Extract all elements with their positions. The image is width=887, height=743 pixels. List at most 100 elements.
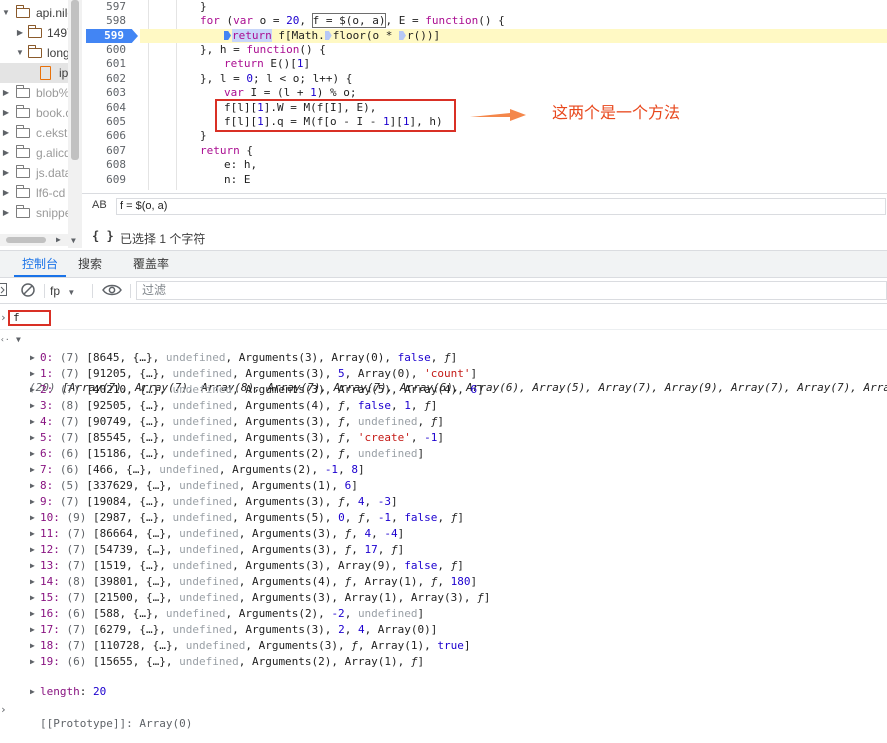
tree-item-ip-file[interactable]: ip bbox=[0, 63, 68, 83]
code-line-600[interactable]: }, h = function() { bbox=[140, 43, 887, 57]
tree-item-cekst[interactable]: ▶ c.ekst bbox=[0, 123, 68, 143]
code-lines[interactable]: } for (var o = 20, f = $(o, a), E = func… bbox=[140, 0, 887, 190]
chevron-right-icon[interactable]: ▶ bbox=[30, 382, 35, 398]
expression-field[interactable]: f = $(o, a) bbox=[116, 198, 886, 215]
chevron-right-icon[interactable]: ▶ bbox=[30, 478, 35, 494]
chevron-right-icon[interactable]: ▶ bbox=[30, 558, 35, 574]
array-entry-row[interactable]: ▶ 6: (6) [15186, {…}, undefined, Argument… bbox=[0, 446, 887, 462]
chevron-right-icon[interactable]: ▶ bbox=[16, 23, 24, 43]
line-number[interactable]: 597 bbox=[82, 0, 126, 14]
line-number[interactable]: 605 bbox=[82, 115, 126, 129]
line-number[interactable]: 598 bbox=[82, 14, 126, 28]
tree-vertical-scrollbar[interactable]: ▼ bbox=[68, 0, 82, 248]
inline-breakpoint-icon[interactable] bbox=[324, 31, 332, 40]
line-number[interactable]: 608 bbox=[82, 158, 126, 172]
array-entry-row[interactable]: ▶ 18: (7) [110728, {…}, undefined, Argume… bbox=[0, 638, 887, 654]
line-number[interactable]: 604 bbox=[82, 101, 126, 115]
chevron-down-icon[interactable]: ▼ bbox=[2, 3, 10, 23]
array-entry-row[interactable]: ▶ 13: (7) [1519, {…}, undefined, Argument… bbox=[0, 558, 887, 574]
tree-item-1497[interactable]: ▶ 1497 bbox=[0, 23, 68, 43]
scrollbar-thumb[interactable] bbox=[6, 237, 46, 243]
array-entry-row[interactable]: ▶ 1: (7) [91205, {…}, undefined, Argument… bbox=[0, 366, 887, 382]
chevron-right-icon[interactable]: ▶ bbox=[30, 462, 35, 478]
chevron-right-icon[interactable]: ▶ bbox=[30, 590, 35, 606]
chevron-right-icon[interactable]: ▶ bbox=[30, 398, 35, 414]
chevron-down-icon[interactable]: ▼ bbox=[16, 332, 21, 348]
line-number[interactable]: 606 bbox=[82, 129, 126, 143]
chevron-right-icon[interactable]: ▶ bbox=[2, 83, 10, 103]
array-entry-row[interactable]: ▶ 12: (7) [54739, {…}, undefined, Argumen… bbox=[0, 542, 887, 558]
scrollbar-thumb[interactable] bbox=[71, 0, 79, 160]
chevron-right-icon[interactable]: ▶ bbox=[30, 510, 35, 526]
selected-expression[interactable]: f = $(o, a) bbox=[311, 13, 387, 28]
chevron-right-icon[interactable]: ▶ bbox=[30, 542, 35, 558]
chevron-right-icon[interactable]: ▶ bbox=[30, 494, 35, 510]
array-entry-row[interactable]: ▶ 14: (8) [39801, {…}, undefined, Argumen… bbox=[0, 574, 887, 590]
code-line-609[interactable]: n: E bbox=[140, 173, 887, 187]
line-number[interactable]: 602 bbox=[82, 72, 126, 86]
tree-item-galicd[interactable]: ▶ g.alicd bbox=[0, 143, 68, 163]
console-prompt-row[interactable]: › bbox=[0, 702, 887, 718]
line-number[interactable]: 600 bbox=[82, 43, 126, 57]
chevron-right-icon[interactable]: ▶ bbox=[30, 414, 35, 430]
inline-breakpoint-icon[interactable] bbox=[224, 31, 231, 40]
inline-breakpoint-icon[interactable] bbox=[398, 31, 406, 40]
code-line-597[interactable]: } bbox=[140, 0, 887, 14]
tab-coverage[interactable]: 覆盖率 bbox=[124, 251, 178, 277]
code-line-603[interactable]: var I = (l + 1) % o; bbox=[140, 86, 887, 100]
code-line-607[interactable]: return { bbox=[140, 144, 887, 158]
tree-item-api[interactable]: ▼ api.nile bbox=[0, 3, 68, 23]
tree-item-book[interactable]: ▶ book.c bbox=[0, 103, 68, 123]
filter-input[interactable]: 过滤 bbox=[136, 281, 887, 300]
clear-console-icon[interactable] bbox=[20, 282, 36, 298]
chevron-right-icon[interactable]: ▶ bbox=[30, 430, 35, 446]
chevron-right-icon[interactable]: ▶ bbox=[2, 183, 10, 203]
array-entry-row[interactable]: ▶ 10: (9) [2987, {…}, undefined, Argument… bbox=[0, 510, 887, 526]
array-entry-row[interactable]: ▶ 7: (6) [466, {…}, undefined, Arguments(… bbox=[0, 462, 887, 478]
chevron-down-icon[interactable]: ▼ bbox=[16, 43, 24, 63]
array-entry-row[interactable]: ▶ 5: (7) [85545, {…}, undefined, Argument… bbox=[0, 430, 887, 446]
tree-item-lf6[interactable]: ▶ lf6-cd bbox=[0, 183, 68, 203]
breakpoint-marker[interactable]: 599 bbox=[86, 29, 138, 43]
chevron-right-icon[interactable]: ▶ bbox=[2, 203, 10, 223]
tree-item-blob[interactable]: ▶ blob% bbox=[0, 83, 68, 103]
line-number[interactable]: 609 bbox=[82, 173, 126, 187]
code-line-608[interactable]: e: h, bbox=[140, 158, 887, 172]
array-entry-row[interactable]: ▶ 9: (7) [19084, {…}, undefined, Argument… bbox=[0, 494, 887, 510]
chevron-right-icon[interactable]: ▶ bbox=[30, 638, 35, 654]
chevron-right-icon[interactable]: ▶ bbox=[2, 163, 10, 183]
array-entry-row[interactable]: ▶ 2: (7) [40210, {…}, undefined, Argument… bbox=[0, 382, 887, 398]
tree-item-snippe[interactable]: ▶ snippe bbox=[0, 203, 68, 223]
chevron-right-icon[interactable]: ▶ bbox=[30, 446, 35, 462]
line-number[interactable]: 601 bbox=[82, 57, 126, 71]
pretty-print-icon[interactable]: { } bbox=[92, 229, 114, 243]
array-entry-row[interactable]: ▶ 3: (8) [92505, {…}, undefined, Argument… bbox=[0, 398, 887, 414]
console-input[interactable]: f bbox=[8, 310, 51, 326]
array-entry-row[interactable]: ▶ 16: (6) [588, {…}, undefined, Arguments… bbox=[0, 606, 887, 622]
tab-console[interactable]: 控制台 bbox=[14, 251, 66, 277]
context-selector[interactable]: fp ▼ bbox=[50, 282, 86, 300]
array-entry-row[interactable]: ▶ 11: (7) [86664, {…}, undefined, Argumen… bbox=[0, 526, 887, 542]
prototype-row[interactable]: ▶ [[Prototype]]: Array(0) bbox=[0, 684, 887, 730]
code-line-601[interactable]: return E()[1] bbox=[140, 57, 887, 71]
scroll-down-icon[interactable]: ▼ bbox=[71, 236, 76, 245]
array-entry-row[interactable]: ▶ 0: (7) [8645, {…}, undefined, Arguments… bbox=[0, 350, 887, 366]
line-number[interactable]: 603 bbox=[82, 86, 126, 100]
chevron-right-icon[interactable]: ▶ bbox=[30, 350, 35, 366]
chevron-right-icon[interactable]: ▶ bbox=[30, 526, 35, 542]
tree-item-jsdata[interactable]: ▶ js.data bbox=[0, 163, 68, 183]
chevron-right-icon[interactable]: ▶ bbox=[30, 606, 35, 622]
chevron-right-icon[interactable]: ▶ bbox=[30, 622, 35, 638]
chevron-right-icon[interactable]: ▶ bbox=[2, 103, 10, 123]
eye-icon[interactable] bbox=[102, 283, 122, 297]
console-output[interactable]: › f ‹· ▼ (20) [Array(7), Array(7), Array… bbox=[0, 305, 887, 743]
chevron-right-icon[interactable]: ▶ bbox=[30, 574, 35, 590]
tree-horizontal-scrollbar[interactable]: ▶ bbox=[0, 234, 68, 246]
chevron-right-icon[interactable]: ▶ bbox=[30, 366, 35, 382]
sidebar-toggle-icon[interactable] bbox=[0, 283, 8, 297]
code-editor[interactable]: 597 598 599 600 601 602 603 604 605 606 … bbox=[82, 0, 887, 190]
chevron-right-icon[interactable]: ▶ bbox=[2, 123, 10, 143]
tab-search[interactable]: 搜索 bbox=[70, 251, 110, 277]
tree-item-longs[interactable]: ▼ longs bbox=[0, 43, 68, 63]
array-entry-row[interactable]: ▶ 4: (7) [90749, {…}, undefined, Argument… bbox=[0, 414, 887, 430]
